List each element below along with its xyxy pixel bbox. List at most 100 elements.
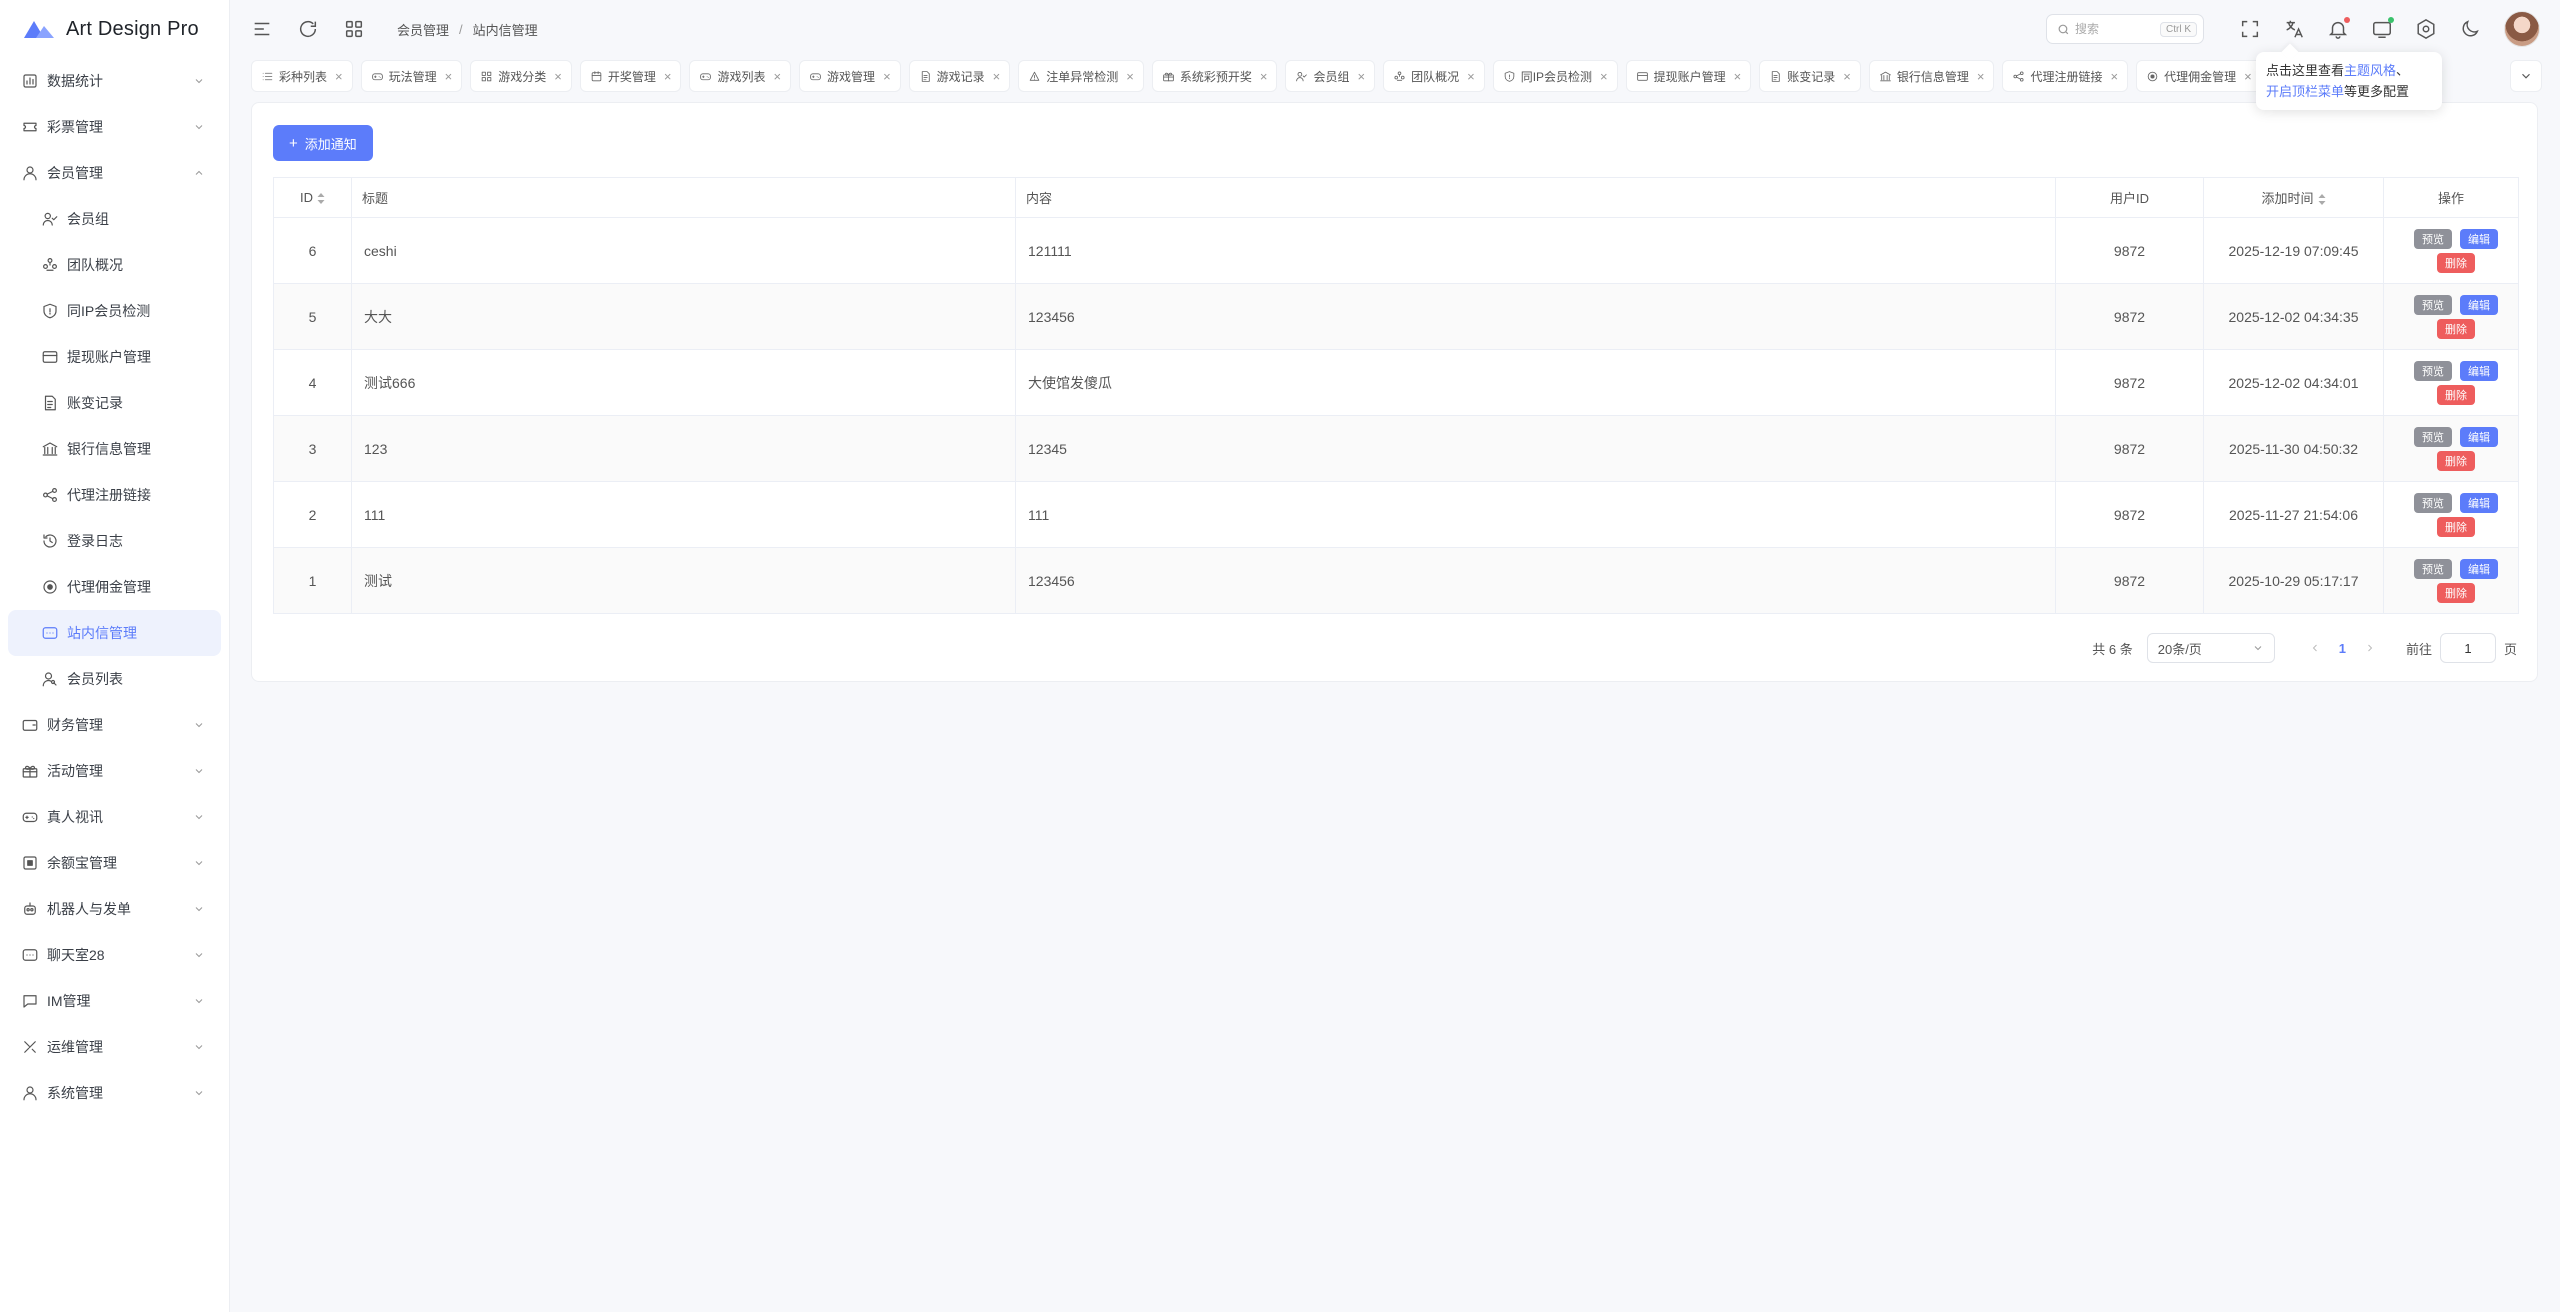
close-icon[interactable]: × (664, 69, 672, 84)
search-input[interactable] (2075, 22, 2160, 36)
sidebar-item-5[interactable]: 真人视讯 (8, 794, 221, 840)
prev-page-icon[interactable] (2309, 642, 2321, 654)
tab-1[interactable]: 玩法管理 × (360, 60, 463, 92)
close-icon[interactable]: × (1600, 69, 1608, 84)
tab-9[interactable]: 会员组 × (1285, 60, 1376, 92)
fullscreen-icon[interactable] (2239, 18, 2261, 40)
apps-grid-icon[interactable] (343, 18, 365, 40)
tab-7[interactable]: 注单异常检测 × (1018, 60, 1144, 92)
close-icon[interactable]: × (1977, 69, 1985, 84)
sidebar-item-3[interactable]: 财务管理 (8, 702, 221, 748)
tab-10[interactable]: 团队概况 × (1383, 60, 1485, 92)
close-icon[interactable]: × (1734, 69, 1742, 84)
sidebar-subitem-6[interactable]: 代理注册链接 (8, 472, 221, 518)
tab-12[interactable]: 提现账户管理 × (1625, 60, 1752, 92)
sidebar-subitem-3[interactable]: 提现账户管理 (8, 334, 221, 380)
delete-button[interactable]: 删除 (2437, 252, 2475, 273)
close-icon[interactable]: × (2244, 69, 2252, 84)
sidebar-subitem-0[interactable]: 会员组 (8, 196, 221, 242)
page-number-current[interactable]: 1 (2339, 641, 2346, 656)
menu-toggle-icon[interactable] (251, 18, 273, 40)
tab-14[interactable]: 银行信息管理 × (1868, 60, 1995, 92)
moon-icon[interactable] (2459, 18, 2481, 40)
add-notification-button[interactable]: + 添加通知 (273, 125, 373, 161)
sidebar-subitem-2[interactable]: 同IP会员检测 (8, 288, 221, 334)
edit-button[interactable]: 编辑 (2460, 360, 2498, 381)
tab-0[interactable]: 彩种列表 × (251, 60, 353, 92)
edit-button[interactable]: 编辑 (2460, 228, 2498, 249)
breadcrumb-item-parent[interactable]: 会员管理 (397, 20, 449, 39)
preview-button[interactable]: 预览 (2414, 294, 2452, 315)
next-page-icon[interactable] (2364, 642, 2376, 654)
sidebar-item-2[interactable]: 会员管理 (8, 150, 221, 196)
sidebar-subitem-1[interactable]: 团队概况 (8, 242, 221, 288)
translate-icon[interactable] (2283, 18, 2305, 40)
search-box[interactable]: Ctrl K (2046, 14, 2204, 44)
edit-button[interactable]: 编辑 (2460, 294, 2498, 315)
close-icon[interactable]: × (773, 69, 781, 84)
delete-button[interactable]: 删除 (2437, 582, 2475, 603)
edit-button[interactable]: 编辑 (2460, 558, 2498, 579)
tab-11[interactable]: 同IP会员检测 × (1492, 60, 1618, 92)
edit-button[interactable]: 编辑 (2460, 426, 2498, 447)
page-size-select[interactable]: 20条/页 (2146, 633, 2275, 663)
close-icon[interactable]: × (883, 69, 891, 84)
preview-button[interactable]: 预览 (2414, 426, 2452, 447)
tab-5[interactable]: 游戏管理 × (799, 60, 901, 92)
delete-button[interactable]: 删除 (2437, 318, 2475, 339)
delete-button[interactable]: 删除 (2437, 384, 2475, 405)
preview-button[interactable]: 预览 (2414, 558, 2452, 579)
close-icon[interactable]: × (1358, 69, 1366, 84)
close-icon[interactable]: × (554, 69, 562, 84)
sidebar-item-0[interactable]: 数据统计 (8, 58, 221, 104)
preview-button[interactable]: 预览 (2414, 360, 2452, 381)
tab-6[interactable]: 游戏记录 × (908, 60, 1011, 92)
refresh-icon[interactable] (297, 18, 319, 40)
settings-icon[interactable] (2415, 18, 2437, 40)
sidebar-subitem-4[interactable]: 账变记录 (8, 380, 221, 426)
tab-4[interactable]: 游戏列表 × (689, 60, 792, 92)
avatar[interactable] (2504, 11, 2540, 47)
sidebar-item-7[interactable]: 机器人与发单 (8, 886, 221, 932)
sidebar-subitem-5[interactable]: 银行信息管理 (8, 426, 221, 472)
goto-page-input[interactable] (2439, 633, 2496, 663)
close-icon[interactable]: × (1467, 69, 1475, 84)
tab-15[interactable]: 代理注册链接 × (2002, 60, 2129, 92)
close-icon[interactable]: × (1843, 69, 1851, 84)
close-icon[interactable]: × (1126, 69, 1134, 84)
sidebar-item-11[interactable]: 系统管理 (8, 1070, 221, 1116)
close-icon[interactable]: × (445, 69, 453, 84)
col-id[interactable]: ID (273, 177, 352, 218)
tab-more-button[interactable] (2510, 60, 2542, 92)
sidebar-item-8[interactable]: 聊天室28 (8, 932, 221, 978)
sidebar-item-1[interactable]: 彩票管理 (8, 104, 221, 150)
close-icon[interactable]: × (1260, 69, 1268, 84)
sidebar-subitem-10[interactable]: 会员列表 (8, 656, 221, 702)
preview-button[interactable]: 预览 (2414, 228, 2452, 249)
sidebar-item-4[interactable]: 活动管理 (8, 748, 221, 794)
tab-3[interactable]: 开奖管理 × (579, 60, 682, 92)
notification-button[interactable] (2327, 17, 2350, 40)
theme-style-link[interactable]: 主题风格 (2344, 63, 2396, 78)
col-time[interactable]: 添加时间 (2203, 177, 2384, 218)
delete-button[interactable]: 删除 (2437, 450, 2475, 471)
sidebar-subitem-8[interactable]: 代理佣金管理 (8, 564, 221, 610)
close-icon[interactable]: × (993, 69, 1001, 84)
logo[interactable]: Art Design Pro (0, 0, 229, 58)
sidebar-item-10[interactable]: 运维管理 (8, 1024, 221, 1070)
sidebar-subitem-9[interactable]: 站内信管理 (8, 610, 221, 656)
tab-2[interactable]: 游戏分类 × (470, 60, 572, 92)
sidebar-subitem-7[interactable]: 登录日志 (8, 518, 221, 564)
tab-13[interactable]: 账变记录 × (1759, 60, 1861, 92)
delete-button[interactable]: 删除 (2437, 516, 2475, 537)
sidebar-item-9[interactable]: IM管理 (8, 978, 221, 1024)
close-icon[interactable]: × (2110, 69, 2118, 84)
tab-16[interactable]: 代理佣金管理 × (2136, 60, 2262, 92)
sidebar-item-6[interactable]: 余额宝管理 (8, 840, 221, 886)
chat-button[interactable] (2371, 17, 2394, 40)
edit-button[interactable]: 编辑 (2460, 492, 2498, 513)
tab-8[interactable]: 系统彩预开奖 × (1151, 60, 1278, 92)
close-icon[interactable]: × (335, 69, 343, 84)
preview-button[interactable]: 预览 (2414, 492, 2452, 513)
top-menu-link[interactable]: 开启顶栏菜单 (2266, 84, 2344, 99)
